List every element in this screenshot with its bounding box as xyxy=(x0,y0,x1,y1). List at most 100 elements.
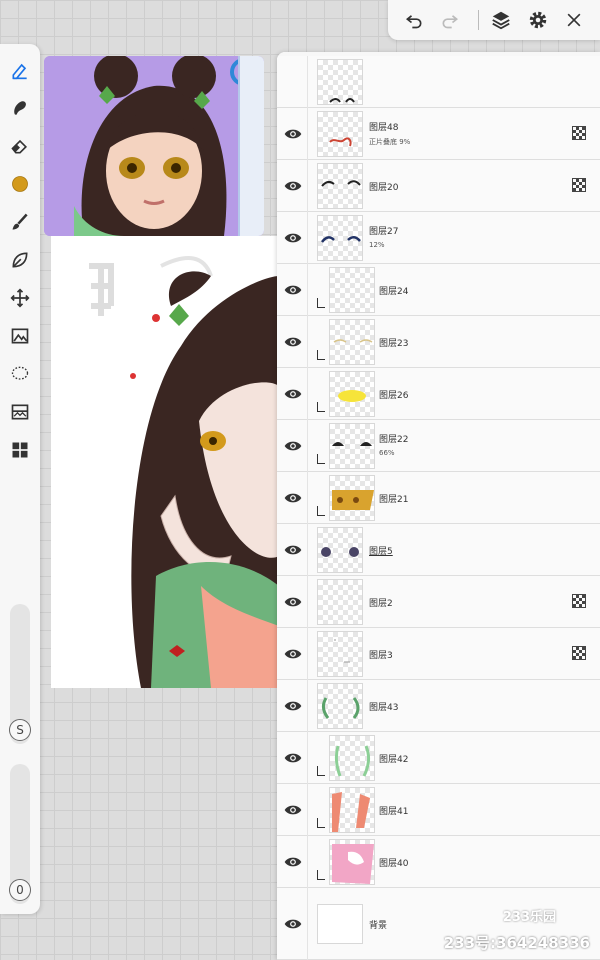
clipping-mask-icon xyxy=(317,870,325,880)
site-watermark: 233乐园 xyxy=(502,910,556,925)
visibility-eye-icon[interactable] xyxy=(283,800,303,820)
layer-thumbnail xyxy=(329,735,375,781)
visibility-eye-icon[interactable] xyxy=(283,280,303,300)
row-divider xyxy=(307,316,308,368)
layer-name: 图层20 xyxy=(369,183,399,193)
layer-name: 图层40 xyxy=(379,859,409,869)
layer-thumbnail xyxy=(317,215,363,261)
smudge-icon[interactable] xyxy=(8,96,32,120)
layer-name: 图层41 xyxy=(379,807,409,817)
layer-blend-info: 正片叠底 9% xyxy=(369,138,411,146)
layer-row[interactable]: 图层43 xyxy=(277,680,600,732)
visibility-eye-icon[interactable] xyxy=(283,852,303,872)
visibility-eye-icon[interactable] xyxy=(283,540,303,560)
layer-name: 图层42 xyxy=(379,755,409,765)
row-divider xyxy=(307,368,308,420)
layers-icon[interactable] xyxy=(489,8,513,32)
row-divider xyxy=(307,264,308,316)
grid-icon[interactable] xyxy=(8,438,32,462)
row-divider xyxy=(307,836,308,888)
clipping-mask-icon xyxy=(317,506,325,516)
alpha-lock-badge-icon[interactable] xyxy=(572,594,586,608)
layer-opacity: 12% xyxy=(369,241,385,249)
layer-row[interactable]: 图层21 xyxy=(277,472,600,524)
layer-row[interactable]: 图层42 xyxy=(277,732,600,784)
layer-row[interactable]: 图层24 xyxy=(277,264,600,316)
visibility-eye-icon[interactable] xyxy=(283,488,303,508)
clipping-mask-icon xyxy=(317,454,325,464)
close-icon[interactable] xyxy=(562,8,586,32)
eraser-icon[interactable] xyxy=(8,134,32,158)
toolbar-divider xyxy=(478,10,479,30)
lasso-icon[interactable] xyxy=(8,362,32,386)
layer-row[interactable]: 图层48 正片叠底 9% xyxy=(277,108,600,160)
visibility-eye-icon[interactable] xyxy=(283,696,303,716)
reference-side-panel xyxy=(238,56,264,236)
layer-row[interactable]: 图层2 xyxy=(277,576,600,628)
clipping-mask-icon xyxy=(317,402,325,412)
layer-row[interactable]: 图层40 xyxy=(277,836,600,888)
layer-row[interactable]: 图层23 xyxy=(277,316,600,368)
visibility-eye-icon[interactable] xyxy=(283,228,303,248)
visibility-eye-icon[interactable] xyxy=(283,748,303,768)
opacity-label: 0 xyxy=(9,879,31,901)
move-icon[interactable] xyxy=(8,286,32,310)
redo-icon[interactable] xyxy=(438,8,462,32)
visibility-eye-icon[interactable] xyxy=(283,436,303,456)
drawing-canvas[interactable] xyxy=(51,236,279,688)
visibility-eye-icon[interactable] xyxy=(283,332,303,352)
layer-thumbnail xyxy=(317,631,363,677)
row-divider xyxy=(307,472,308,524)
alpha-lock-badge-icon[interactable] xyxy=(572,646,586,660)
layer-thumbnail xyxy=(317,683,363,729)
top-toolbar xyxy=(388,0,600,40)
layer-thumbnail xyxy=(329,839,375,885)
row-divider xyxy=(307,212,308,264)
layer-row[interactable]: 图层22 66% xyxy=(277,420,600,472)
leaf-icon[interactable] xyxy=(8,248,32,272)
image-icon[interactable] xyxy=(8,324,32,348)
visibility-eye-icon[interactable] xyxy=(283,914,303,934)
layer-row[interactable]: 图层26 xyxy=(277,368,600,420)
layer-row[interactable]: 图层41 xyxy=(277,784,600,836)
layer-name: 图层21 xyxy=(379,495,409,505)
layer-thumbnail xyxy=(317,527,363,573)
row-divider xyxy=(307,628,308,680)
layer-name: 图层5 xyxy=(369,547,393,557)
color-swatch[interactable] xyxy=(8,172,32,196)
layer-thumbnail xyxy=(317,59,363,105)
pen-icon[interactable] xyxy=(8,58,32,82)
layer-name: 图层22 xyxy=(379,435,409,445)
layer-thumbnail xyxy=(317,163,363,209)
row-divider xyxy=(307,56,308,108)
visibility-eye-icon[interactable] xyxy=(283,384,303,404)
layer-row[interactable]: 图层5 xyxy=(277,524,600,576)
layer-row[interactable] xyxy=(277,56,600,108)
clipping-mask-icon xyxy=(317,818,325,828)
alpha-lock-badge-icon[interactable] xyxy=(572,126,586,140)
undo-icon[interactable] xyxy=(402,8,426,32)
layer-row[interactable]: 图层27 12% xyxy=(277,212,600,264)
visibility-eye-icon[interactable] xyxy=(283,644,303,664)
layer-row[interactable]: 图层20 xyxy=(277,160,600,212)
size-label: S xyxy=(9,719,31,741)
layer-row[interactable]: 图层3 xyxy=(277,628,600,680)
layer-thumbnail xyxy=(329,787,375,833)
layer-name: 图层2 xyxy=(369,599,393,609)
filter-icon[interactable] xyxy=(8,400,32,424)
brush-icon[interactable] xyxy=(8,210,32,234)
clipping-mask-icon xyxy=(317,298,325,308)
layer-name: 背景 xyxy=(369,921,388,931)
layer-thumbnail xyxy=(317,579,363,625)
settings-icon[interactable] xyxy=(526,8,550,32)
row-divider xyxy=(307,576,308,628)
layers-panel: 图层48 正片叠底 9% 图层20 图层27 12% 图层24 图层23 图层2… xyxy=(277,52,600,960)
visibility-eye-icon[interactable] xyxy=(283,124,303,144)
alpha-lock-badge-icon[interactable] xyxy=(572,178,586,192)
layer-thumbnail xyxy=(329,319,375,365)
row-divider xyxy=(307,160,308,212)
visibility-eye-icon[interactable] xyxy=(283,592,303,612)
row-divider xyxy=(307,784,308,836)
visibility-eye-icon[interactable] xyxy=(283,176,303,196)
reference-image[interactable] xyxy=(44,56,264,236)
